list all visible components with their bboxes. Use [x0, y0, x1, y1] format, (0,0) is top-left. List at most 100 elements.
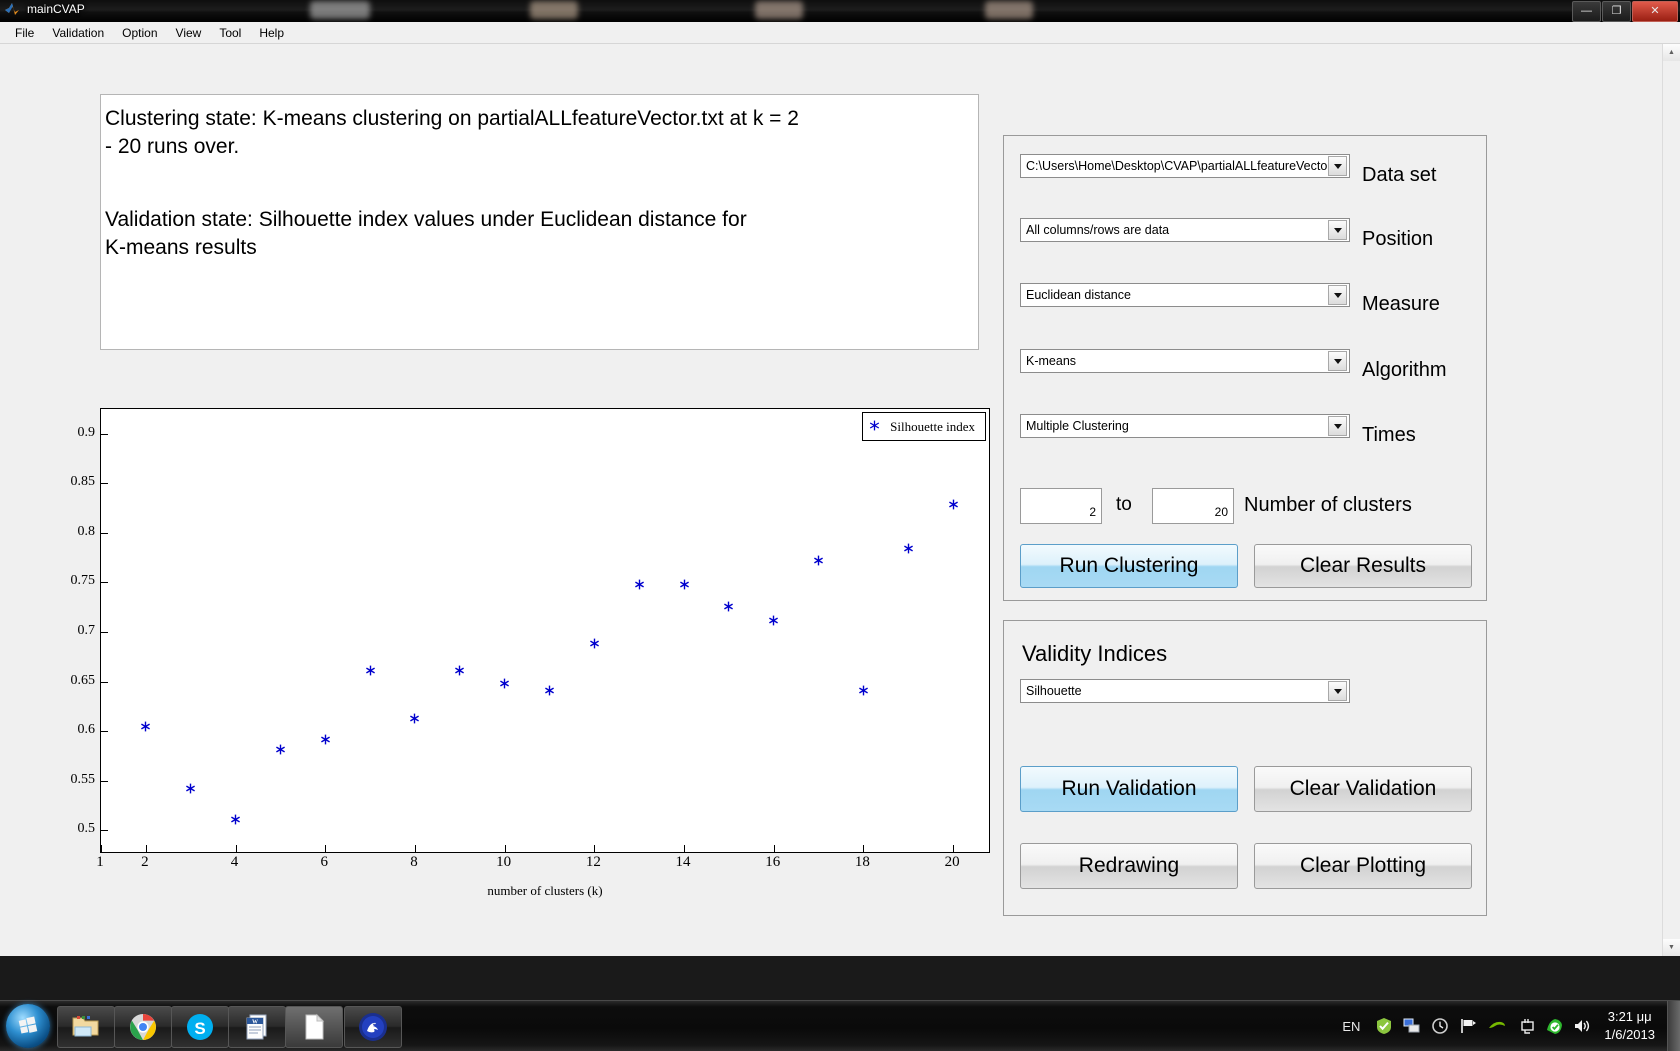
taskbar-chrome-icon[interactable]: [114, 1006, 172, 1048]
y-tick-label: 0.8: [62, 524, 95, 540]
clusters-label: Number of clusters: [1244, 494, 1412, 517]
redrawing-button[interactable]: Redrawing: [1020, 843, 1238, 889]
taskbar-bird-app-icon[interactable]: [344, 1006, 402, 1048]
menu-item-validation[interactable]: Validation: [43, 23, 113, 43]
menu-item-file[interactable]: File: [6, 23, 43, 43]
close-button[interactable]: ✕: [1632, 1, 1678, 22]
x-tick-mark: [863, 845, 864, 852]
maximize-button[interactable]: ❐: [1602, 1, 1631, 22]
x-tick-label: 1: [96, 854, 104, 871]
clusters-from-input[interactable]: 2: [1020, 488, 1102, 524]
title-bar-left: mainCVAP: [4, 1, 85, 17]
matlab-app-icon: [4, 1, 20, 17]
run-clustering-button[interactable]: Run Clustering: [1020, 544, 1238, 588]
x-tick-mark: [146, 845, 147, 852]
scroll-down-icon[interactable]: ▼: [1663, 939, 1680, 956]
shield-check-icon[interactable]: [1375, 1017, 1393, 1035]
chart-data-point: [230, 814, 241, 825]
svg-text:W: W: [252, 1020, 258, 1026]
chart-data-point: [185, 783, 196, 794]
windows-taskbar: S W EN: [0, 1000, 1680, 1051]
chart-data-point: [409, 713, 420, 724]
taskbar-word-icon[interactable]: W: [228, 1006, 286, 1048]
validation-state-line-1: Validation state: Silhouette index value…: [105, 206, 978, 234]
chevron-down-icon[interactable]: [1328, 285, 1347, 305]
chart-data-point: [544, 685, 555, 696]
chevron-down-icon[interactable]: [1328, 681, 1347, 701]
menu-item-help[interactable]: Help: [250, 23, 293, 43]
chart-legend: Silhouette index: [862, 412, 986, 441]
window-title: mainCVAP: [27, 1, 85, 17]
run-validation-button[interactable]: Run Validation: [1020, 766, 1238, 812]
taskbar-explorer-icon[interactable]: [57, 1006, 115, 1048]
chart-data-point: [454, 665, 465, 676]
x-tick-mark: [325, 845, 326, 852]
validity-indices-title: Validity Indices: [1022, 641, 1167, 667]
minimize-button[interactable]: —: [1572, 1, 1601, 22]
clear-plotting-button[interactable]: Clear Plotting: [1254, 843, 1472, 889]
x-tick-label: 8: [410, 854, 418, 871]
clock-history-icon[interactable]: [1431, 1017, 1449, 1035]
dataset-label: Data set: [1362, 164, 1436, 187]
x-tick-label: 14: [676, 854, 691, 871]
x-tick-label: 16: [765, 854, 780, 871]
algorithm-dropdown[interactable]: K-means: [1020, 349, 1350, 373]
clear-results-button[interactable]: Clear Results: [1254, 544, 1472, 588]
dataset-dropdown[interactable]: C:\Users\Home\Desktop\CVAP\partialALLfea…: [1020, 154, 1350, 178]
clear-validation-button[interactable]: Clear Validation: [1254, 766, 1472, 812]
taskbar-clock[interactable]: 3:21 μμ 1/6/2013: [1604, 1008, 1655, 1043]
menu-item-tool[interactable]: Tool: [210, 23, 250, 43]
y-tick-mark: [101, 830, 108, 831]
times-dropdown[interactable]: Multiple Clustering: [1020, 414, 1350, 438]
svg-text:S: S: [194, 1019, 205, 1038]
chart-data-point: [634, 579, 645, 590]
start-button[interactable]: [6, 1004, 50, 1048]
x-tick-label: 4: [231, 854, 239, 871]
nvidia-icon[interactable]: [1487, 1017, 1507, 1035]
y-tick-label: 0.9: [62, 425, 95, 441]
y-tick-label: 0.6: [62, 722, 95, 738]
status-spacer: [105, 162, 978, 206]
window-controls: — ❐ ✕: [1572, 1, 1678, 22]
y-tick-label: 0.5: [62, 821, 95, 837]
green-check-icon[interactable]: [1545, 1017, 1563, 1035]
y-tick-label: 0.7: [62, 623, 95, 639]
window-title-bar: mainCVAP — ❐ ✕: [0, 0, 1680, 22]
display-icon[interactable]: [1517, 1017, 1535, 1035]
x-tick-label: 6: [320, 854, 328, 871]
chart-data-point: [320, 734, 331, 745]
taskbar-document-icon[interactable]: [285, 1006, 343, 1048]
flag-icon[interactable]: [1459, 1017, 1477, 1035]
legend-marker-icon: [869, 418, 880, 436]
chevron-down-icon[interactable]: [1328, 416, 1347, 436]
menu-item-view[interactable]: View: [167, 23, 211, 43]
y-tick-mark: [101, 582, 108, 583]
position-dropdown[interactable]: All columns/rows are data: [1020, 218, 1350, 242]
chart-data-point: [768, 615, 779, 626]
measure-dropdown[interactable]: Euclidean distance: [1020, 283, 1350, 307]
clusters-to-input[interactable]: 20: [1152, 488, 1234, 524]
legend-entry-label: Silhouette index: [890, 419, 975, 435]
chart-data-point: [275, 744, 286, 755]
x-tick-label: 18: [855, 854, 870, 871]
tray-language-indicator[interactable]: EN: [1342, 1019, 1360, 1034]
volume-icon[interactable]: [1573, 1017, 1591, 1035]
menu-item-option[interactable]: Option: [113, 23, 166, 43]
taskbar-skype-icon[interactable]: S: [171, 1006, 229, 1048]
menu-bar: File Validation Option View Tool Help: [0, 22, 1680, 44]
x-tick-mark: [236, 845, 237, 852]
validity-index-dropdown[interactable]: Silhouette: [1020, 679, 1350, 703]
show-desktop-button[interactable]: [1667, 1001, 1680, 1051]
x-tick-mark: [101, 845, 102, 852]
scroll-up-icon[interactable]: ▲: [1663, 44, 1680, 61]
y-tick-mark: [101, 533, 108, 534]
network-icon[interactable]: [1403, 1017, 1421, 1035]
client-area: Clustering state: K-means clustering on …: [0, 44, 1663, 956]
y-tick-mark: [101, 682, 108, 683]
x-tick-mark: [415, 845, 416, 852]
chart-data-point: [858, 685, 869, 696]
chevron-down-icon[interactable]: [1328, 220, 1347, 240]
client-scrollbar[interactable]: ▲ ▼: [1662, 44, 1680, 956]
chevron-down-icon[interactable]: [1328, 351, 1347, 371]
chevron-down-icon[interactable]: [1328, 156, 1347, 176]
